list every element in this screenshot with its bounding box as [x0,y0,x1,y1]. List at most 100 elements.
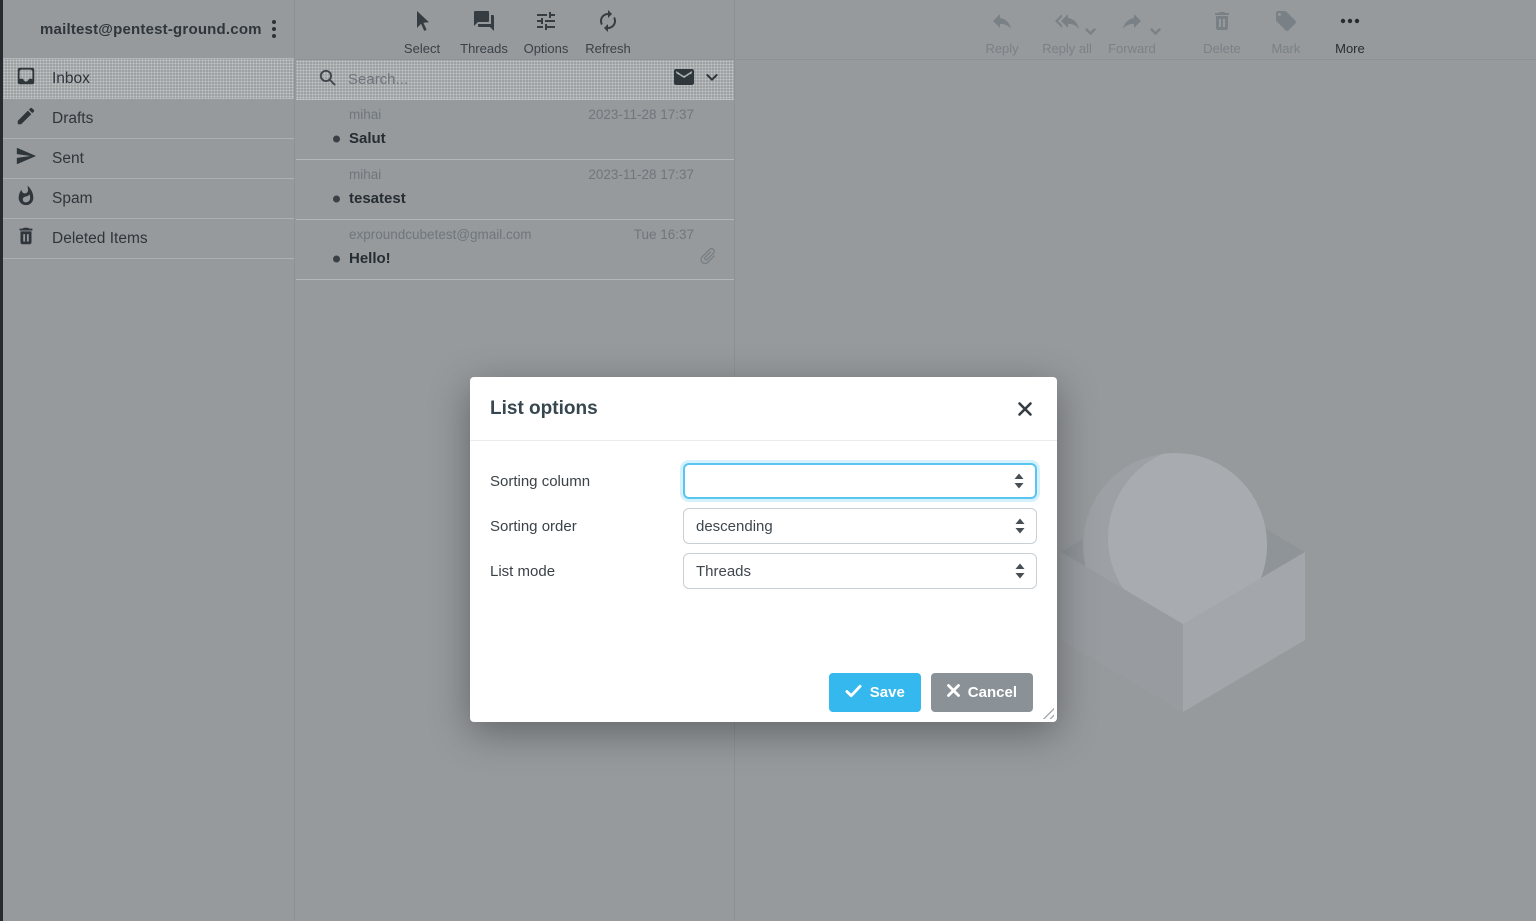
x-icon [947,684,960,701]
sidebar-item-label: Deleted Items [52,230,148,248]
toolbar-label: Threads [460,41,508,56]
dialog-header: List options [470,377,1057,441]
sidebar-item-sent[interactable]: Sent [0,139,294,179]
select-value: descending [696,518,773,535]
forward-icon [1120,20,1144,37]
trash-icon [1210,9,1234,38]
sidebar-item-drafts[interactable]: Drafts [0,99,294,139]
unread-dot-icon [333,135,340,142]
paper-plane-icon [15,145,37,172]
reply-all-button[interactable]: Reply all [1042,9,1092,56]
content-toolbar: Reply Reply all Forward Delete [736,0,1536,60]
dialog-footer: Save Cancel [829,673,1033,712]
sidebar-item-label: Drafts [52,110,93,128]
sidebar-item-label: Spam [52,190,93,208]
list-mode-row: List mode Threads [490,553,1037,589]
toolbar-label: Reply [985,41,1018,56]
chat-bubbles-icon [472,9,496,38]
sliders-icon [534,9,558,38]
paperclip-icon [698,246,718,271]
sorting-order-label: Sorting order [490,518,683,535]
chevron-down-icon[interactable] [704,69,720,90]
cancel-button[interactable]: Cancel [931,673,1033,712]
close-icon[interactable] [1013,397,1037,421]
caret-down-icon[interactable] [1085,22,1096,40]
select-value: Threads [696,563,751,580]
search-bar[interactable]: Search... [296,60,734,100]
dialog-resize-handle[interactable] [1042,707,1054,719]
message-sender: mihai [349,167,381,182]
sorting-column-row: Sorting column [490,463,1037,499]
tag-icon [1274,9,1298,38]
pencil-icon [15,105,37,132]
refresh-icon [596,9,620,38]
roundcube-logo-watermark [1059,452,1309,719]
unread-dot-icon [333,195,340,202]
list-options-dialog: List options Sorting column Sorting orde… [470,377,1057,722]
ellipsis-icon [1338,9,1362,38]
sorting-order-row: Sorting order descending [490,508,1037,544]
message-row[interactable]: exproundcubetest@gmail.com Tue 16:37 Hel… [296,220,734,280]
search-input[interactable]: Search... [348,71,672,88]
delete-button[interactable]: Delete [1198,9,1246,56]
reply-all-icon [1055,20,1079,37]
sidebar-item-spam[interactable]: Spam [0,179,294,219]
toolbar-label: Delete [1203,41,1241,56]
sorting-column-select[interactable] [683,463,1037,499]
refresh-button[interactable]: Refresh [584,9,632,56]
message-date: 2023-11-28 17:37 [588,107,694,122]
message-sender: exproundcubetest@gmail.com [349,227,532,242]
search-icon [318,68,337,92]
message-subject: tesatest [349,190,694,207]
reply-button[interactable]: Reply [978,9,1026,56]
mark-button[interactable]: Mark [1262,9,1310,56]
cancel-button-label: Cancel [968,684,1017,701]
unread-dot-icon [333,255,340,262]
select-arrows-icon [1014,474,1024,489]
message-subject: Hello! [349,250,694,267]
cursor-icon [410,9,434,38]
message-sender: mihai [349,107,381,122]
sidebar-item-deleted-items[interactable]: Deleted Items [0,219,294,259]
list-mode-label: List mode [490,563,683,580]
message-date: 2023-11-28 17:37 [588,167,694,182]
trash-icon [15,225,37,252]
dialog-title: List options [490,398,598,420]
envelope-icon[interactable] [672,65,696,94]
threads-button[interactable]: Threads [460,9,508,56]
inbox-icon [15,65,37,92]
message-row[interactable]: mihai 2023-11-28 17:37 Salut [296,100,734,160]
caret-down-icon[interactable] [1150,22,1161,40]
sidebar-item-label: Inbox [52,70,90,88]
sorting-column-label: Sorting column [490,473,683,490]
webmail-app: mailtest@pentest-ground.com Inbox Drafts… [0,0,1536,921]
check-icon [845,684,862,702]
options-button[interactable]: Options [522,9,570,56]
message-row[interactable]: mihai 2023-11-28 17:37 tesatest [296,160,734,220]
sidebar-item-label: Sent [52,150,84,168]
window-left-edge [0,0,3,921]
account-email: mailtest@pentest-ground.com [40,21,262,38]
select-button[interactable]: Select [398,9,446,56]
list-toolbar: Select Threads Options Refresh [296,0,734,60]
select-arrows-icon [1015,519,1025,534]
account-bar: mailtest@pentest-ground.com [0,0,294,59]
forward-button[interactable]: Forward [1108,9,1156,56]
save-button-label: Save [870,684,905,701]
toolbar-label: Refresh [585,41,631,56]
toolbar-label: More [1335,41,1365,56]
save-button[interactable]: Save [829,673,921,712]
toolbar-label: Options [524,41,569,56]
message-subject: Salut [349,130,694,147]
flame-icon [15,185,37,212]
toolbar-label: Mark [1271,41,1300,56]
sidebar: mailtest@pentest-ground.com Inbox Drafts… [0,0,295,921]
sorting-order-select[interactable]: descending [683,508,1037,544]
select-arrows-icon [1015,564,1025,579]
more-button[interactable]: More [1326,9,1374,56]
kebab-menu-icon[interactable] [266,14,282,44]
list-mode-select[interactable]: Threads [683,553,1037,589]
sidebar-item-inbox[interactable]: Inbox [0,59,294,99]
reply-icon [990,20,1014,37]
toolbar-label: Select [404,41,440,56]
